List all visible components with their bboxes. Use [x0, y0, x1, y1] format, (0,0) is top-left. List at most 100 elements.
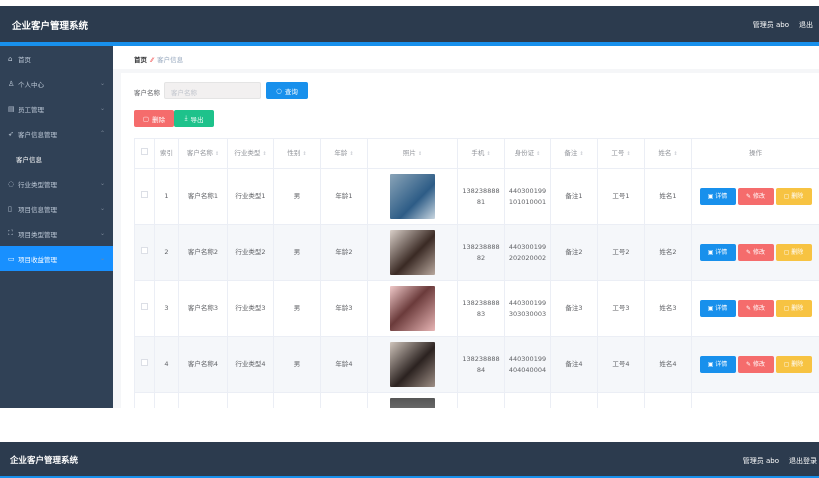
sidebar-item[interactable]: ➶ 客户信息管理 ⌃ — [0, 121, 113, 146]
user-name-2[interactable]: 管理员 abo — [743, 456, 779, 466]
sort-icon[interactable]: ⇕ — [486, 151, 490, 157]
detail-button[interactable]: ▣ 详情 — [699, 300, 736, 317]
cell-text: 工号2 — [612, 248, 630, 256]
cell-text: 440300199101010001 — [508, 186, 547, 206]
cell-phone: 13823888882 — [457, 224, 505, 281]
cell-xm: 姓名3 — [644, 280, 692, 337]
send-icon: ➶ — [8, 129, 14, 138]
logout-link[interactable]: 退出 — [799, 20, 813, 30]
delete-button[interactable]: ▢ 删除 — [775, 356, 812, 373]
cell-age: 年龄4 — [320, 336, 368, 393]
logout-link-2[interactable]: 退出登录 — [789, 456, 817, 466]
column-header[interactable]: 客户名称 ⇕ — [178, 138, 228, 169]
delete-button[interactable]: ▢ 删除 — [775, 300, 812, 317]
cell-text: 男 — [293, 304, 301, 312]
sidebar-item[interactable]: 客户信息 — [0, 146, 113, 171]
edit-button[interactable]: ✎ 修改 — [737, 300, 774, 317]
cell-phone: 13823888884 — [457, 336, 505, 393]
search-button[interactable]: ○ 查询 — [266, 82, 308, 99]
sort-icon[interactable]: ⇕ — [673, 151, 677, 157]
sort-icon[interactable]: ⇕ — [215, 151, 219, 157]
cell-text: 13823888884 — [462, 354, 500, 374]
sort-icon[interactable]: ⇕ — [262, 151, 266, 157]
detail-button[interactable]: ▣ 详情 — [699, 356, 736, 373]
column-header[interactable]: 手机 ⇕ — [457, 138, 505, 169]
cell-text: 440300199404040004 — [508, 354, 547, 374]
cell-text: 姓名3 — [659, 304, 677, 312]
cell-id: 440300199404040004 — [504, 336, 551, 393]
cell-idx: 2 — [154, 224, 179, 281]
column-header[interactable]: 行业类型 ⇕ — [227, 138, 274, 169]
header-label: 年龄 — [334, 148, 348, 157]
export-button[interactable]: ⤓ 导出 — [174, 110, 214, 127]
main-content: 首页 ⁄⁄ 客户信息 客户名称 客户名称 ○ 查询 ▢ 删除 ⤓ 导出 索引 客户名称 ⇕ 行… — [113, 46, 819, 408]
actions-cell: ▣ 详情 ✎ 修改 ▢ 删除 — [691, 224, 819, 281]
column-header[interactable]: 工号 ⇕ — [597, 138, 645, 169]
customer-photo — [390, 342, 435, 387]
edit-button[interactable]: ✎ 修改 — [737, 356, 774, 373]
sidebar-item[interactable]: ▤ 员工管理 ⌄ — [0, 96, 113, 121]
header-label: 身份证 — [514, 148, 535, 157]
delete-button[interactable]: ▢ 删除 — [775, 244, 812, 261]
bulk-delete-button[interactable]: ▢ 删除 — [134, 110, 174, 127]
header-label: 照片 — [402, 148, 416, 157]
cell-sex: 男 — [273, 336, 321, 393]
cell-phone: 13823888883 — [457, 280, 505, 337]
photo-cell — [367, 336, 458, 393]
sort-icon[interactable]: ⇕ — [349, 151, 353, 157]
cell-text: 行业类型2 — [235, 248, 266, 256]
app-title: 企业客户管理系统 — [12, 21, 89, 32]
sidebar-item[interactable]: ▯ 项目信息管理 ⌄ — [0, 196, 113, 221]
column-header[interactable]: 备注 ⇕ — [550, 138, 598, 169]
table-row: 3 客户名称3 行业类型3 男 年龄3 13823888883 44030019930303… — [134, 280, 819, 337]
customer-table: 索引 客户名称 ⇕ 行业类型 ⇕ 性别 ⇕ 年龄 ⇕ 照片 ⇕ 手机 ⇕ 身份证 ⇕ 备注 ⇕ 工… — [134, 138, 819, 408]
chevron-icon: ⌄ — [99, 105, 105, 112]
user-name[interactable]: 管理员 abo — [753, 20, 789, 30]
cell-no: 工号1 — [597, 168, 645, 225]
row-checkbox[interactable] — [134, 336, 155, 393]
sidebar-item[interactable]: ⌂ 首页 — [0, 46, 113, 71]
column-header[interactable]: 身份证 ⇕ — [504, 138, 551, 169]
row-checkbox[interactable] — [134, 224, 155, 281]
cell-type: 行业类型3 — [227, 280, 274, 337]
cell-text: 工号1 — [612, 192, 630, 200]
header-label: 手机 — [471, 148, 485, 157]
select-all-checkbox[interactable] — [134, 138, 155, 169]
sidebar-item[interactable]: ⛶ 项目类型管理 ⌄ — [0, 221, 113, 246]
user-icon: ♙ — [8, 79, 15, 88]
sidebar-item[interactable]: ♙ 个人中心 ⌄ — [0, 71, 113, 96]
column-header[interactable]: 照片 ⇕ — [367, 138, 458, 169]
sort-icon[interactable]: ⇕ — [302, 151, 306, 157]
sidebar-item[interactable]: ◌ 行业类型管理 ⌄ — [0, 171, 113, 196]
cell-text: 工号3 — [612, 304, 630, 312]
column-header[interactable]: 年龄 ⇕ — [320, 138, 368, 169]
cell-text: 男 — [293, 360, 301, 368]
breadcrumb-home[interactable]: 首页 — [134, 56, 147, 64]
cell-text: 2 — [164, 248, 169, 256]
delete-button[interactable]: ▢ 删除 — [775, 188, 812, 205]
sort-icon[interactable]: ⇕ — [418, 151, 422, 157]
sidebar: ⌂ 首页 ♙ 个人中心 ⌄ ▤ 员工管理 ⌄ ➶ 客户信息管理 ⌃ 客户信息 ◌ 行业类型管理 ⌄ ▯ 项目信息… — [0, 46, 113, 408]
edit-button[interactable]: ✎ 修改 — [737, 188, 774, 205]
column-header[interactable]: 姓名 ⇕ — [644, 138, 692, 169]
sort-icon[interactable]: ⇕ — [579, 151, 583, 157]
breadcrumb-current: 客户信息 — [157, 56, 184, 64]
search-input[interactable]: 客户名称 — [164, 82, 261, 99]
column-header[interactable]: 性别 ⇕ — [273, 138, 321, 169]
cell-text: 备注3 — [565, 304, 583, 312]
sidebar-item[interactable]: ▭ 项目收益管理 ⌄ — [0, 246, 113, 271]
row-checkbox[interactable] — [134, 168, 155, 225]
cell-idx: 1 — [154, 168, 179, 225]
row-checkbox[interactable] — [134, 280, 155, 337]
cell-text: 姓名2 — [659, 248, 677, 256]
app-title-2: 企业客户管理系统 — [10, 456, 79, 466]
detail-button[interactable]: ▣ 详情 — [699, 188, 736, 205]
edit-button[interactable]: ✎ 修改 — [737, 244, 774, 261]
sort-icon[interactable]: ⇕ — [536, 151, 540, 157]
cell-text: 年龄2 — [335, 248, 353, 256]
sort-icon[interactable]: ⇕ — [626, 151, 630, 157]
cell-no: 工号4 — [597, 336, 645, 393]
detail-button[interactable]: ▣ 详情 — [699, 244, 736, 261]
photo-cell — [367, 168, 458, 225]
sidebar-item-label: 项目类型管理 — [18, 230, 57, 239]
